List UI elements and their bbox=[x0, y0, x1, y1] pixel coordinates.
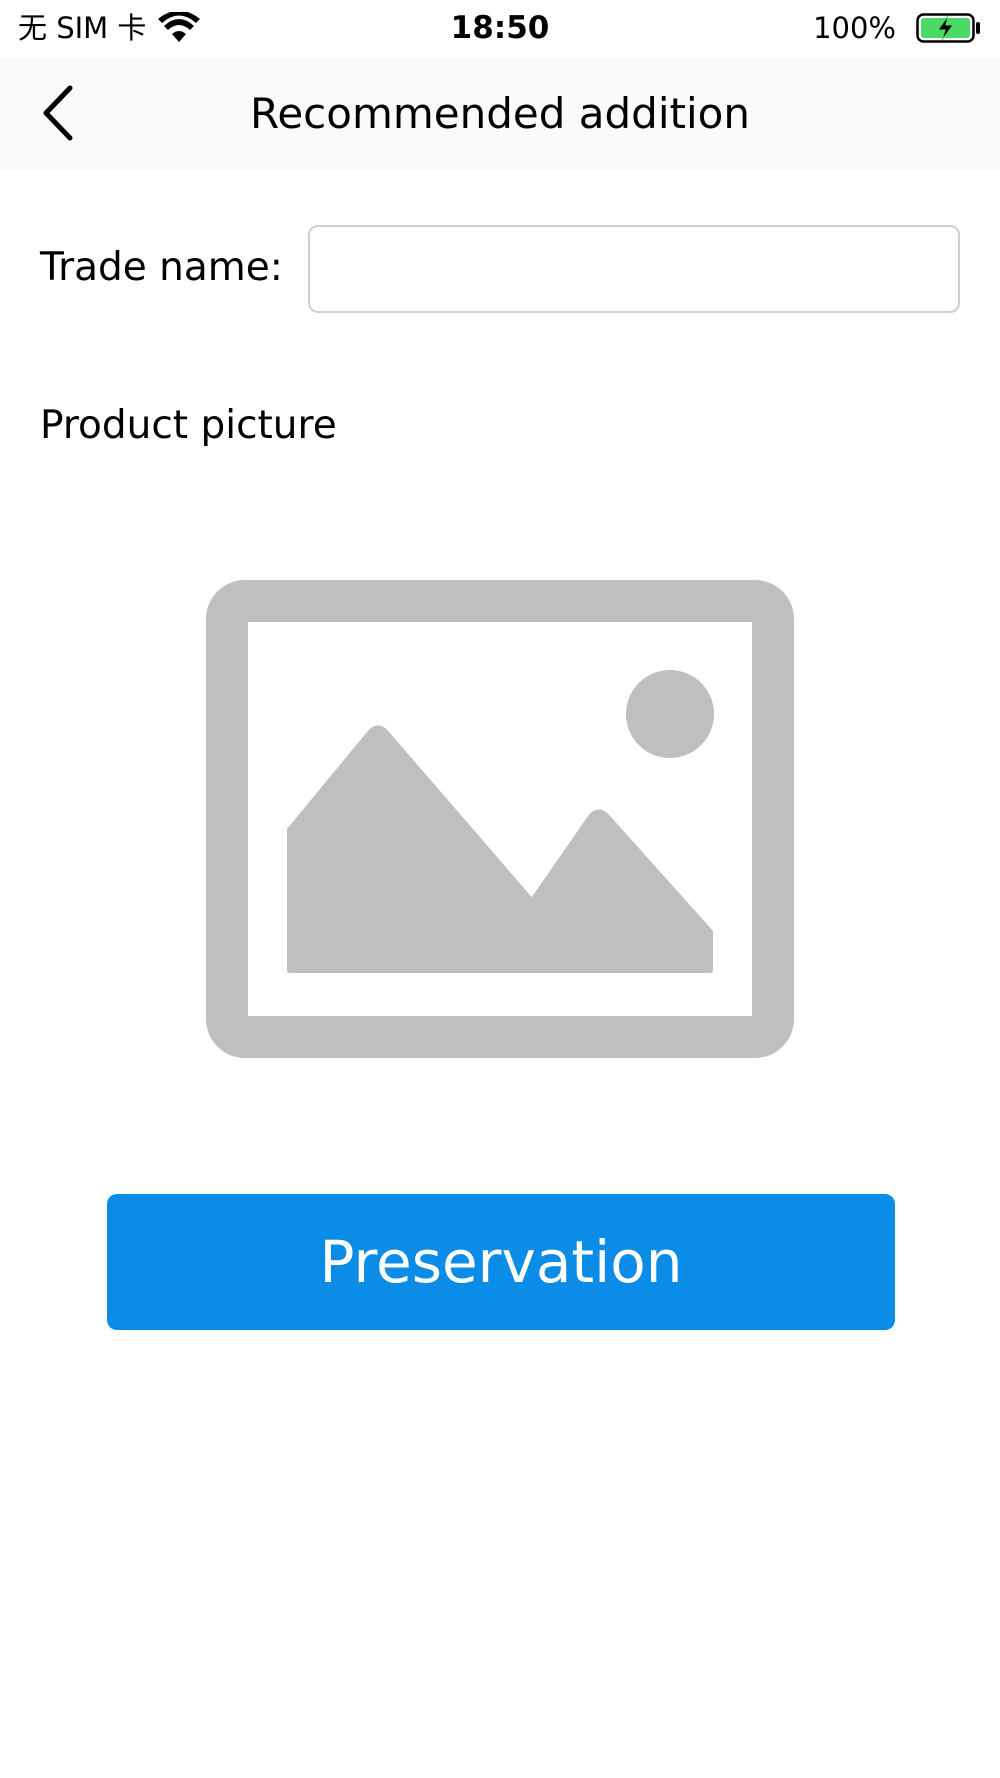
save-button[interactable]: Preservation bbox=[107, 1194, 895, 1330]
product-picture-label: Product picture bbox=[40, 403, 337, 448]
status-bar: 无 SIM 卡 18:50 100% bbox=[0, 0, 1000, 58]
page-title: Recommended addition bbox=[250, 89, 750, 138]
image-placeholder-icon[interactable] bbox=[206, 580, 794, 1058]
trade-name-input[interactable] bbox=[308, 225, 960, 313]
battery-charging-icon bbox=[916, 13, 980, 43]
battery-percent: 100% bbox=[813, 11, 896, 45]
chevron-left-icon[interactable] bbox=[36, 82, 80, 144]
navigation-bar: Recommended addition bbox=[0, 58, 1000, 170]
trade-name-label: Trade name: bbox=[40, 245, 283, 290]
